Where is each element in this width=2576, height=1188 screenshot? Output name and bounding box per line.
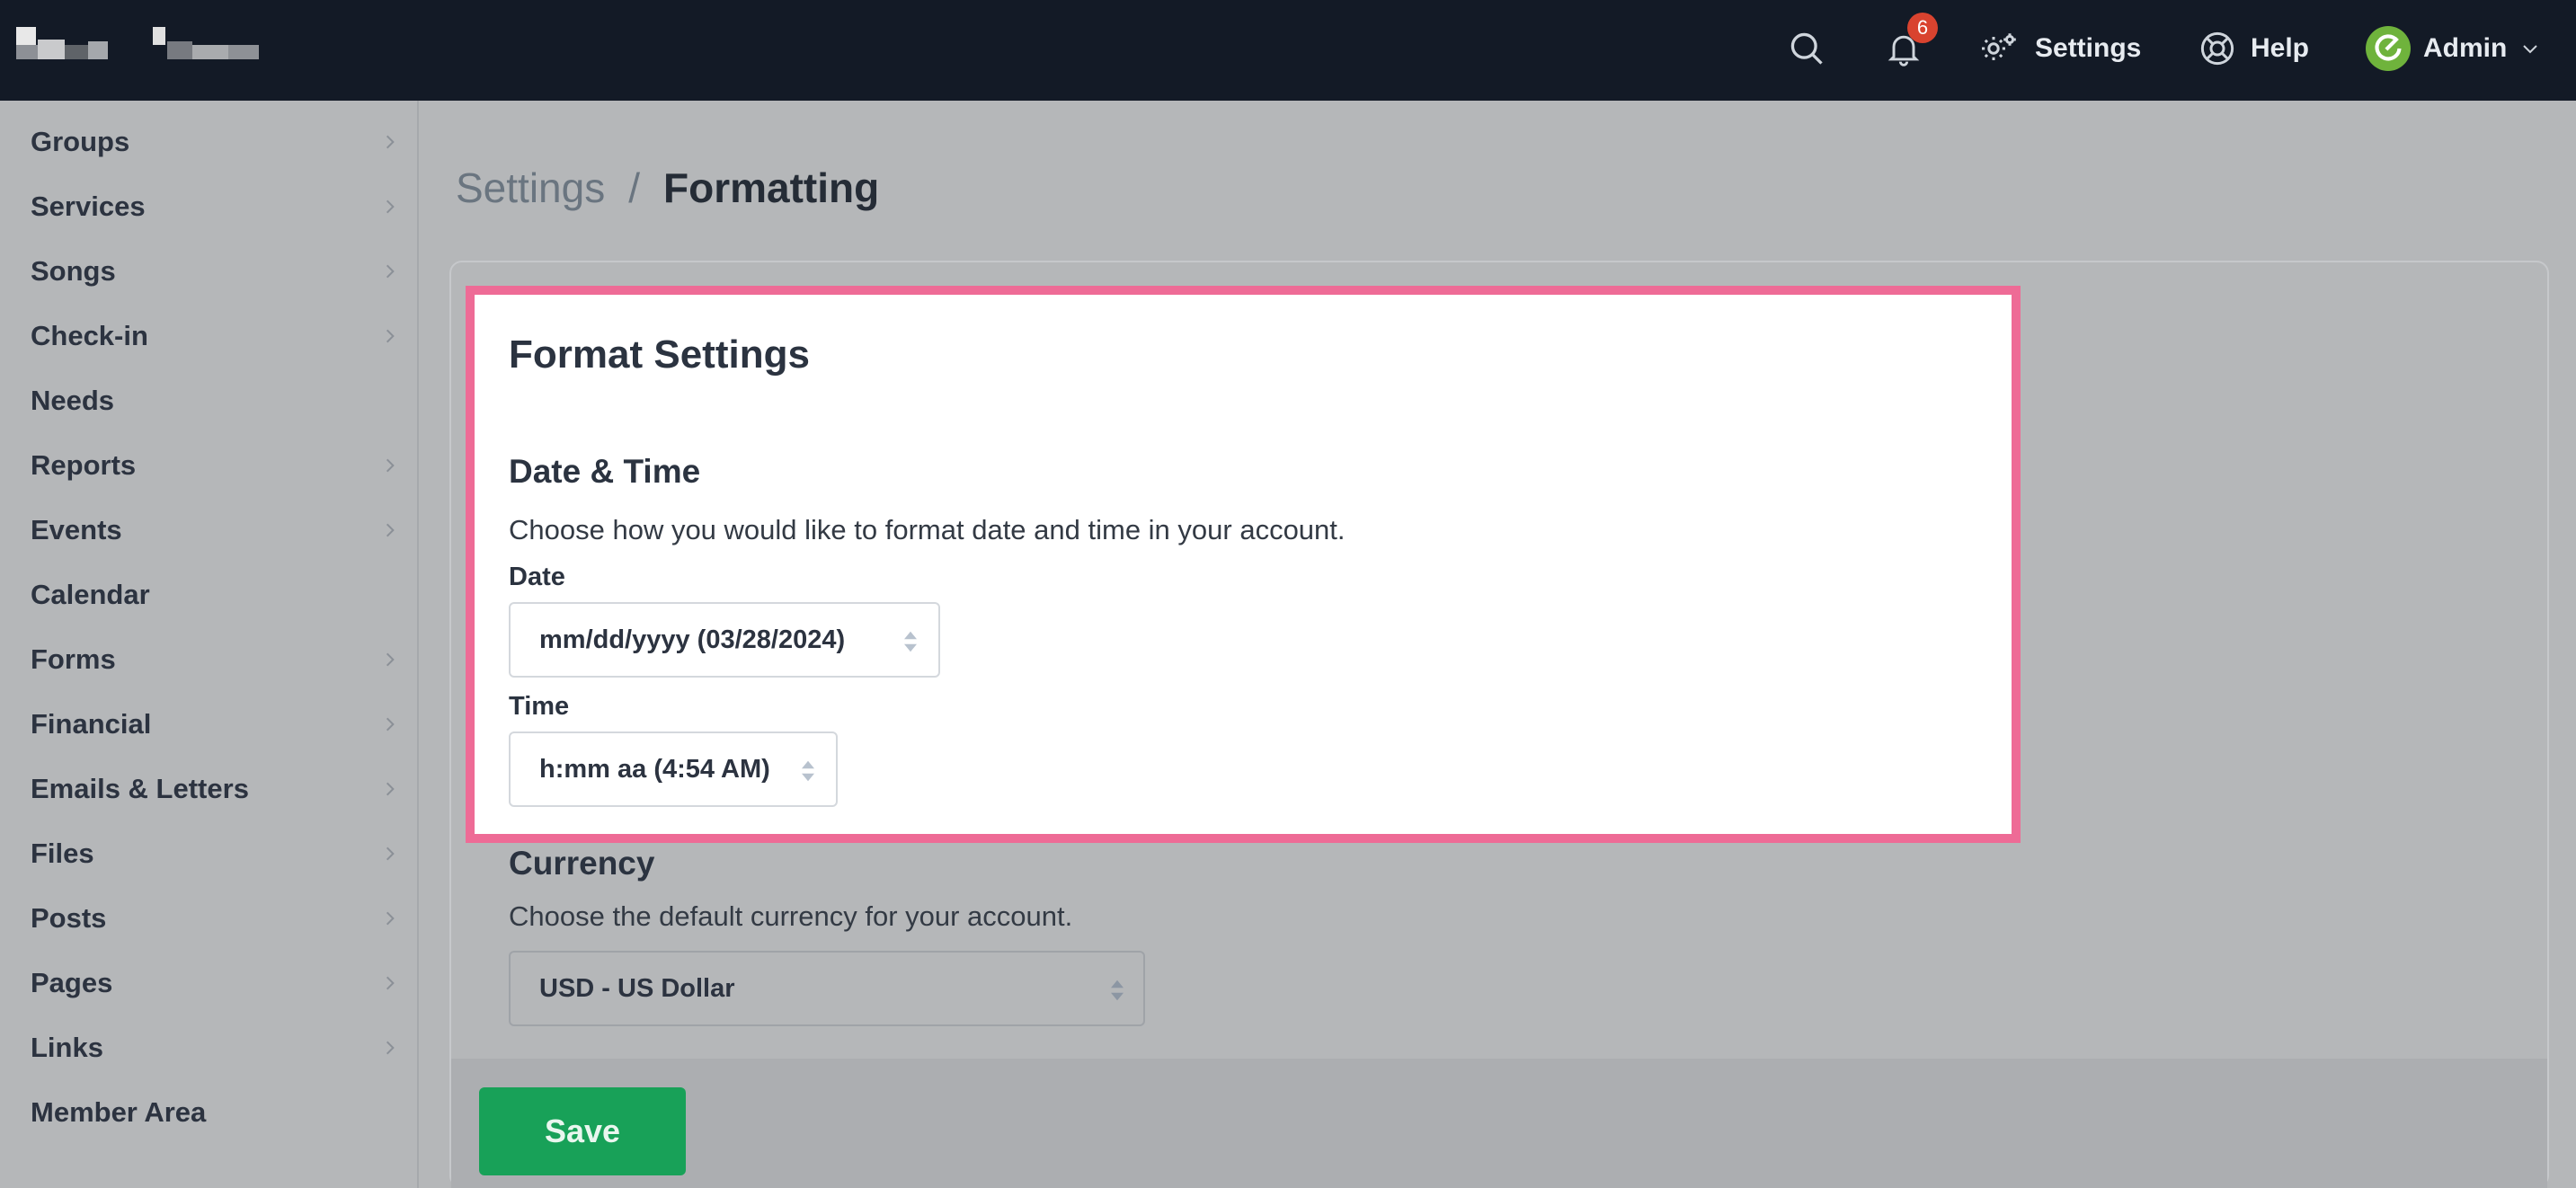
sidebar-item-label: Pages bbox=[31, 967, 113, 998]
chevron-right-icon bbox=[386, 652, 395, 667]
sidebar-item-label: Needs bbox=[31, 385, 115, 416]
currency-description: Choose the default currency for your acc… bbox=[509, 900, 1073, 932]
sort-arrows-icon bbox=[802, 760, 814, 782]
date-label: Date bbox=[509, 563, 565, 591]
time-format-select[interactable]: h:mm aa (4:54 AM) bbox=[509, 731, 838, 807]
date-time-heading: Date & Time bbox=[509, 453, 701, 490]
sidebar-item-reports[interactable]: Reports bbox=[0, 433, 417, 498]
help-link[interactable]: Help bbox=[2198, 22, 2309, 75]
notification-badge: 6 bbox=[1907, 13, 1938, 43]
sidebar-item-financial[interactable]: Financial bbox=[0, 692, 417, 757]
top-navigation-bar: 6 Settings Help Admin bbox=[0, 0, 2576, 101]
sidebar-item-label: Files bbox=[31, 838, 94, 869]
sidebar-item-label: Calendar bbox=[31, 579, 150, 610]
avatar-icon bbox=[2366, 26, 2411, 71]
sidebar-item-label: Forms bbox=[31, 643, 116, 675]
chevron-right-icon bbox=[386, 135, 395, 149]
date-format-select[interactable]: mm/dd/yyyy (03/28/2024) bbox=[509, 602, 940, 678]
sidebar-item-member-area[interactable]: Member Area bbox=[0, 1080, 417, 1145]
sidebar-item-label: Posts bbox=[31, 902, 107, 934]
chevron-right-icon bbox=[386, 329, 395, 343]
sidebar-item-links[interactable]: Links bbox=[0, 1015, 417, 1080]
breadcrumb-settings-link[interactable]: Settings bbox=[456, 164, 605, 212]
search-button[interactable] bbox=[1787, 22, 1826, 75]
chevron-right-icon bbox=[386, 847, 395, 861]
time-format-value: h:mm aa (4:54 AM) bbox=[539, 755, 770, 784]
chevron-right-icon bbox=[386, 458, 395, 473]
sidebar-item-forms[interactable]: Forms bbox=[0, 627, 417, 692]
date-time-description: Choose how you would like to format date… bbox=[509, 514, 1346, 545]
logo[interactable] bbox=[16, 25, 259, 65]
sidebar-item-services[interactable]: Services bbox=[0, 174, 417, 239]
format-settings-highlight: Format Settings Date & Time Choose how y… bbox=[466, 286, 2021, 843]
sidebar: Groups Services Songs Check-in Needs Rep… bbox=[0, 101, 419, 1188]
sidebar-item-posts[interactable]: Posts bbox=[0, 886, 417, 951]
sidebar-item-label: Groups bbox=[31, 126, 130, 157]
sidebar-item-songs[interactable]: Songs bbox=[0, 239, 417, 304]
date-format-value: mm/dd/yyyy (03/28/2024) bbox=[539, 625, 846, 654]
sidebar-item-calendar[interactable]: Calendar bbox=[0, 563, 417, 627]
search-icon bbox=[1790, 32, 1823, 65]
sidebar-item-events[interactable]: Events bbox=[0, 498, 417, 563]
sidebar-item-label: Events bbox=[31, 514, 122, 545]
format-settings-title: Format Settings bbox=[509, 332, 810, 377]
sort-arrows-icon bbox=[1111, 980, 1124, 1001]
chevron-down-icon bbox=[2523, 45, 2538, 54]
currency-heading: Currency bbox=[509, 845, 655, 882]
save-button[interactable]: Save bbox=[479, 1087, 686, 1175]
page-title: Formatting bbox=[663, 164, 880, 211]
help-link-label: Help bbox=[2251, 33, 2310, 63]
chevron-right-icon bbox=[386, 976, 395, 990]
panel-footer bbox=[451, 1059, 2547, 1188]
sidebar-item-label: Financial bbox=[31, 708, 152, 740]
lifebuoy-icon bbox=[2200, 31, 2234, 66]
settings-link-label: Settings bbox=[2035, 33, 2142, 63]
currency-select[interactable]: USD - US Dollar bbox=[509, 951, 1145, 1026]
breadcrumb: Settings / Formatting bbox=[456, 164, 879, 212]
sidebar-item-label: Services bbox=[31, 191, 146, 222]
time-label: Time bbox=[509, 692, 570, 721]
sidebar-item-label: Member Area bbox=[31, 1096, 207, 1128]
sidebar-item-check-in[interactable]: Check-in bbox=[0, 304, 417, 368]
currency-select-value: USD - US Dollar bbox=[539, 974, 735, 1003]
settings-link[interactable]: Settings bbox=[1977, 22, 2141, 75]
sidebar-item-label: Links bbox=[31, 1032, 103, 1063]
user-menu[interactable]: Admin bbox=[2366, 22, 2541, 75]
chevron-right-icon bbox=[386, 199, 395, 214]
chevron-right-icon bbox=[386, 911, 395, 926]
user-name: Admin bbox=[2423, 33, 2508, 63]
chevron-right-icon bbox=[386, 717, 395, 731]
sidebar-item-pages[interactable]: Pages bbox=[0, 951, 417, 1015]
chevron-right-icon bbox=[386, 523, 395, 537]
chevron-right-icon bbox=[386, 782, 395, 796]
sidebar-item-label: Check-in bbox=[31, 320, 148, 351]
chevron-right-icon bbox=[386, 1041, 395, 1055]
sort-arrows-icon bbox=[904, 631, 917, 652]
sidebar-item-files[interactable]: Files bbox=[0, 821, 417, 886]
sidebar-item-needs[interactable]: Needs bbox=[0, 368, 417, 433]
breadcrumb-separator: / bbox=[628, 164, 640, 211]
sidebar-item-emails-letters[interactable]: Emails & Letters bbox=[0, 757, 417, 821]
gear-icon bbox=[1982, 33, 2016, 60]
sidebar-item-label: Songs bbox=[31, 255, 116, 287]
chevron-right-icon bbox=[386, 264, 395, 279]
sidebar-item-label: Reports bbox=[31, 449, 137, 481]
sidebar-item-groups[interactable]: Groups bbox=[0, 110, 417, 174]
sidebar-item-label: Emails & Letters bbox=[31, 773, 249, 804]
